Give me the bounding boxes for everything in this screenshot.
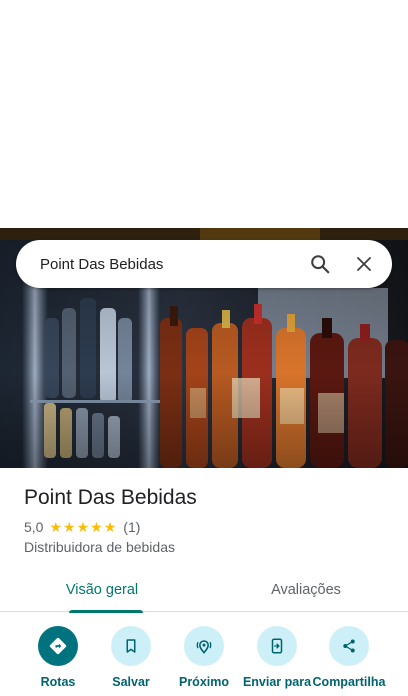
- tab-reviews[interactable]: Avaliações: [204, 568, 408, 612]
- star-icon: ★: [49, 519, 63, 535]
- rating-value: 5,0: [24, 519, 44, 535]
- send-to-phone-icon: [257, 626, 297, 666]
- rating-row[interactable]: 5,0 ★ ★ ★ ★ ★ (1): [24, 518, 394, 536]
- active-tab-indicator: [69, 610, 143, 613]
- star-icon: ★: [63, 519, 76, 535]
- nearby-button[interactable]: Próximo: [164, 626, 244, 689]
- action-label: Enviar para: [242, 675, 312, 689]
- share-button[interactable]: Compartilha: [309, 626, 389, 689]
- review-count[interactable]: (1): [123, 519, 140, 535]
- place-category[interactable]: Distribuidora de bebidas: [24, 539, 394, 555]
- search-bar[interactable]: Point Das Bebidas: [16, 240, 392, 288]
- search-query[interactable]: Point Das Bebidas: [16, 256, 298, 273]
- directions-icon: [38, 626, 78, 666]
- blank-map-area: [0, 0, 408, 228]
- star-icon: ★: [90, 519, 103, 535]
- action-label: Próximo: [178, 675, 229, 689]
- directions-button[interactable]: Rotas: [18, 626, 98, 689]
- tab-label: Visão geral: [65, 582, 139, 598]
- search-icon[interactable]: [298, 240, 342, 288]
- close-icon[interactable]: [342, 240, 386, 288]
- nearby-icon: [184, 626, 224, 666]
- place-title: Point Das Bebidas: [24, 486, 197, 509]
- send-to-phone-button[interactable]: Enviar para: [237, 626, 317, 689]
- action-bar: Rotas Salvar Próximo Enviar para Compart…: [0, 626, 408, 696]
- star-icon: ★: [76, 519, 90, 535]
- action-label: Rotas: [40, 675, 76, 689]
- save-button[interactable]: Salvar: [91, 626, 171, 689]
- share-icon: [329, 626, 369, 666]
- star-rating: ★ ★ ★ ★ ★: [49, 520, 117, 534]
- place-info: Point Das Bebidas 5,0 ★ ★ ★ ★ ★ (1) Dist…: [24, 484, 394, 555]
- action-label: Compartilha: [312, 675, 386, 689]
- star-icon: ★: [103, 519, 117, 535]
- tab-label: Avaliações: [271, 582, 341, 598]
- place-tabs: Visão geral Avaliações: [0, 568, 408, 613]
- bookmark-icon: [111, 626, 151, 666]
- tab-overview[interactable]: Visão geral: [0, 568, 204, 613]
- action-label: Salvar: [112, 675, 150, 689]
